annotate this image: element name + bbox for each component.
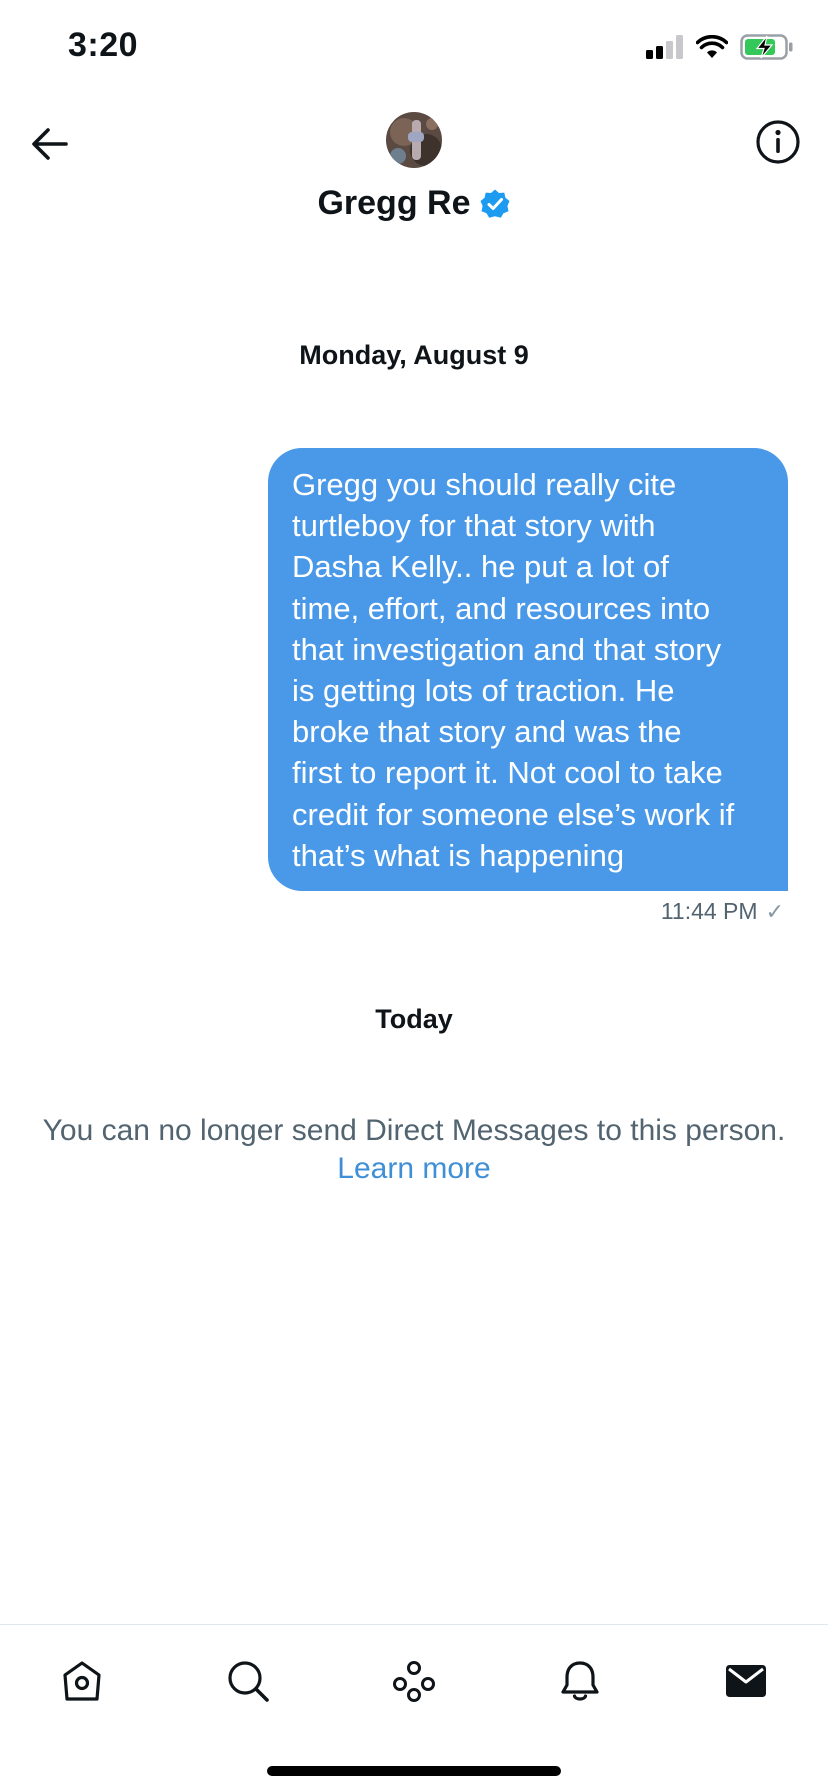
- message-line: time, effort, and resources into: [292, 590, 711, 626]
- tab-notifications[interactable]: [554, 1655, 606, 1707]
- date-separator: Monday, August 9: [299, 340, 529, 370]
- tab-spaces[interactable]: [388, 1655, 440, 1707]
- wifi-icon: [696, 35, 728, 58]
- message-line: that’s what is happening: [292, 837, 625, 873]
- status-time: 3:20: [68, 26, 139, 64]
- message-line: Dasha Kelly.. he put a lot of: [292, 549, 669, 585]
- learn-more-link[interactable]: Learn more: [337, 1150, 490, 1188]
- battery-charging-icon: [740, 34, 793, 60]
- message-timestamp: 11:44 PM: [660, 898, 758, 924]
- status-bar: 3:20: [0, 0, 828, 100]
- contact-avatar[interactable]: [386, 112, 442, 168]
- tab-home[interactable]: [56, 1655, 108, 1707]
- home-indicator: [267, 1766, 561, 1776]
- mail-icon: [726, 1665, 766, 1697]
- bell-icon: [561, 1661, 599, 1701]
- info-circle-icon: [756, 120, 800, 164]
- dm-restriction-notice: You can no longer send Direct Messages t…: [0, 1112, 828, 1188]
- spaces-icon: [393, 1661, 435, 1702]
- contact-name: Gregg Re: [317, 184, 471, 222]
- signal-icon: [646, 35, 683, 59]
- back-button[interactable]: [24, 118, 76, 170]
- home-icon: [63, 1661, 101, 1701]
- conversation-info-button[interactable]: [750, 114, 806, 170]
- message-line: credit for someone else’s work if: [292, 796, 735, 832]
- message-line: turtleboy for that story with: [292, 508, 656, 544]
- message-line: first to report it. Not cool to take: [292, 755, 723, 791]
- date-separator-today: Today: [375, 1004, 453, 1034]
- message-line: that investigation and that story: [292, 631, 722, 667]
- message-meta: 11:44 PM ✓: [661, 898, 784, 925]
- message-line: is getting lots of traction. He: [292, 673, 675, 709]
- tab-search[interactable]: [222, 1655, 274, 1707]
- contact-name-row[interactable]: Gregg Re: [0, 184, 828, 223]
- sent-check-icon: ✓: [765, 898, 784, 924]
- notice-text: You can no longer send Direct Messages t…: [42, 1114, 786, 1147]
- conversation-header: Gregg Re: [0, 100, 828, 240]
- message-line: Gregg you should really cite: [292, 467, 677, 502]
- search-icon: [228, 1661, 269, 1702]
- status-icons: [646, 34, 794, 60]
- arrow-left-icon: [32, 128, 68, 160]
- bottom-tab-bar: [0, 1624, 828, 1737]
- verified-badge-icon: [480, 189, 510, 218]
- tab-messages[interactable]: [720, 1655, 772, 1707]
- message-line: broke that story and was the: [292, 714, 682, 750]
- sent-message-bubble[interactable]: Gregg you should really cite turtleboy f…: [268, 448, 788, 891]
